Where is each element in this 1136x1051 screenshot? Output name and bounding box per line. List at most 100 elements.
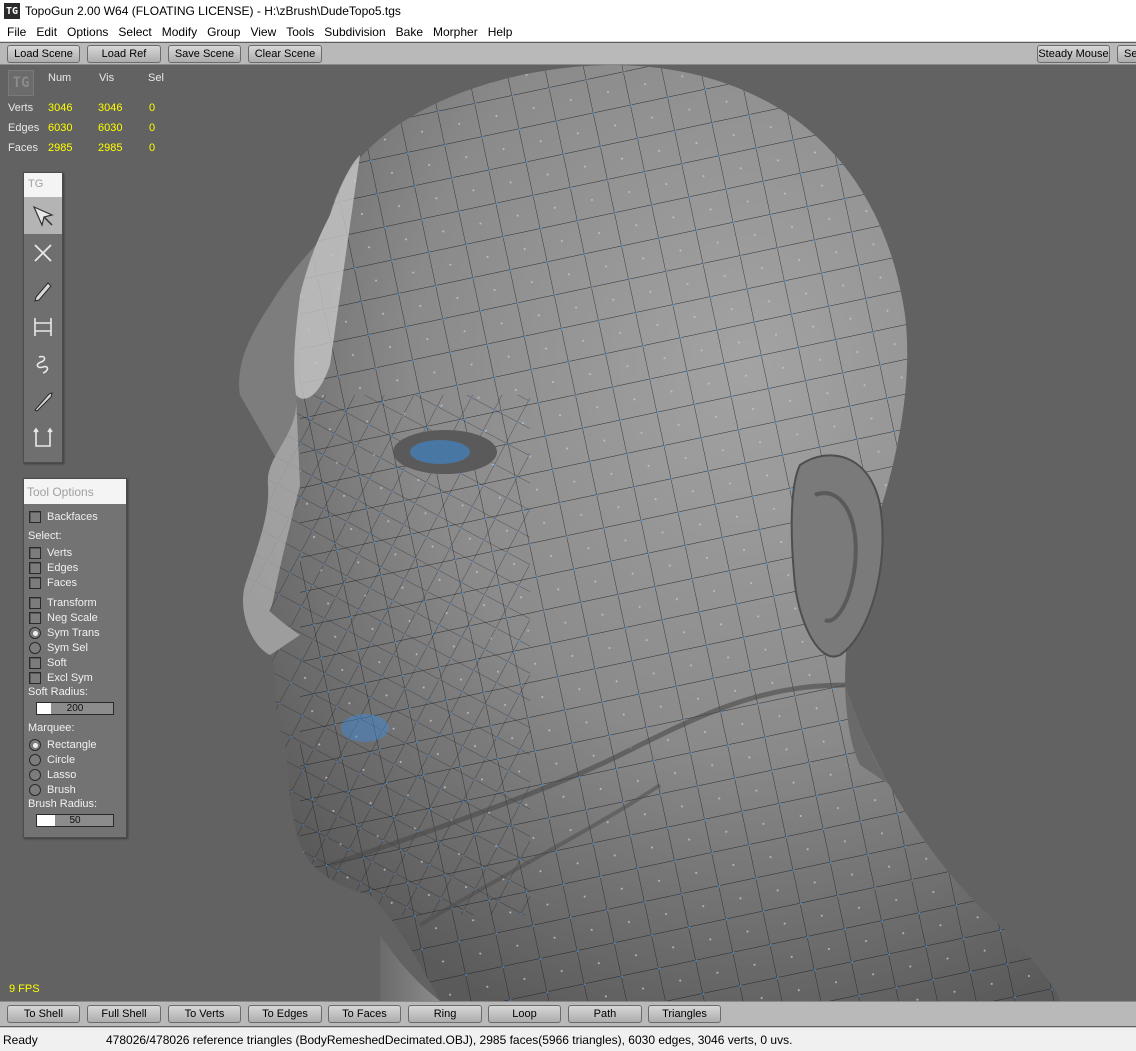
menu-bar: File Edit Options Select Modify Group Vi… — [0, 22, 1136, 42]
checkbox-box[interactable] — [29, 672, 41, 684]
radio-button[interactable] — [29, 754, 41, 766]
viewport-3d[interactable] — [0, 65, 1136, 1001]
load-scene-button[interactable]: Load Scene — [7, 45, 80, 63]
menu-edit[interactable]: Edit — [31, 22, 62, 42]
clear-scene-button[interactable]: Clear Scene — [248, 45, 322, 63]
steady-mouse-button[interactable]: Steady Mouse — [1037, 45, 1110, 63]
checkbox-box[interactable] — [29, 547, 41, 559]
menu-select[interactable]: Select — [113, 22, 156, 42]
ring-button[interactable]: Ring — [408, 1005, 482, 1023]
stats-edges-num: 6030 — [48, 122, 73, 134]
checkbox-box[interactable] — [29, 597, 41, 609]
marquee-brush-radio[interactable]: Brush — [29, 783, 76, 797]
load-ref-button[interactable]: Load Ref — [87, 45, 161, 63]
marquee-circle-radio[interactable]: Circle — [29, 753, 75, 767]
soft-radius-label: Soft Radius: — [28, 686, 88, 698]
menu-modify[interactable]: Modify — [157, 22, 202, 42]
radio-button[interactable] — [29, 739, 41, 751]
select-tool-icon[interactable] — [24, 197, 62, 234]
menu-options[interactable]: Options — [62, 22, 113, 42]
radio-selected-dot — [32, 742, 38, 748]
brush-radius-field[interactable]: 50 — [36, 814, 114, 827]
radio-button[interactable] — [29, 769, 41, 781]
full-shell-button[interactable]: Full Shell — [87, 1005, 161, 1023]
radio-button[interactable] — [29, 784, 41, 796]
menu-bake[interactable]: Bake — [391, 22, 428, 42]
transform-checkbox[interactable]: Transform — [29, 596, 97, 610]
loop-button[interactable]: Loop — [488, 1005, 561, 1023]
excl-sym-checkbox[interactable]: Excl Sym — [29, 671, 93, 685]
knife-tool-icon[interactable] — [24, 382, 62, 419]
menu-group[interactable]: Group — [202, 22, 245, 42]
radio-button[interactable] — [29, 627, 41, 639]
stats-faces-label: Faces — [8, 142, 38, 154]
stats-verts-num: 3046 — [48, 102, 73, 114]
stats-edges-label: Edges — [8, 122, 40, 134]
sym-trans-radio[interactable]: Sym Trans — [29, 626, 100, 640]
to-shell-button[interactable]: To Shell — [7, 1005, 80, 1023]
checkbox-box[interactable] — [29, 657, 41, 669]
checkbox-box[interactable] — [29, 612, 41, 624]
backfaces-checkbox[interactable]: Backfaces — [29, 510, 98, 524]
marquee-lasso-radio[interactable]: Lasso — [29, 768, 76, 782]
stats-header-num: Num — [48, 72, 72, 84]
marquee-label: Marquee: — [28, 722, 75, 734]
select-verts-checkbox[interactable]: Verts — [29, 546, 72, 560]
tool-palette-title[interactable]: TG — [24, 173, 62, 197]
top-toolbar: Load Scene Load Ref Save Scene Clear Sce… — [0, 43, 1136, 65]
tool-options-panel: Tool Options Backfaces Select: Verts Edg… — [23, 478, 127, 838]
retopo-mesh-overlay — [242, 65, 1061, 1001]
tool-options-title[interactable]: Tool Options — [24, 479, 126, 504]
neg-scale-checkbox[interactable]: Neg Scale — [29, 611, 98, 625]
soft-radius-field[interactable]: 200 — [36, 702, 114, 715]
bridge-tool-icon[interactable] — [24, 308, 62, 345]
brush-radius-label: Brush Radius: — [28, 798, 98, 810]
menu-tools[interactable]: Tools — [281, 22, 319, 42]
tool-palette: TG — [23, 172, 63, 463]
menu-view[interactable]: View — [245, 22, 281, 42]
to-faces-button[interactable]: To Faces — [328, 1005, 401, 1023]
menu-morpher[interactable]: Morpher — [428, 22, 483, 42]
eye-mesh-dense — [410, 440, 470, 464]
extrude-tool-icon[interactable] — [24, 419, 62, 456]
sym-sel-radio[interactable]: Sym Sel — [29, 641, 88, 655]
stats-edges-vis: 6030 — [98, 122, 123, 134]
stats-verts-label: Verts — [8, 102, 34, 114]
stats-faces-vis: 2985 — [98, 142, 123, 154]
brush-tool-icon[interactable] — [24, 345, 62, 382]
path-button[interactable]: Path — [568, 1005, 642, 1023]
stats-edges-sel: 0 — [149, 122, 156, 134]
to-verts-button[interactable]: To Verts — [168, 1005, 241, 1023]
select-edges-checkbox[interactable]: Edges — [29, 561, 78, 575]
menu-help[interactable]: Help — [483, 22, 518, 42]
brush-radius-fill — [37, 815, 55, 826]
head-mesh-render — [239, 65, 1061, 1001]
status-state: Ready — [3, 1032, 38, 1047]
soft-checkbox[interactable]: Soft — [29, 656, 67, 670]
bottom-toolbar: To Shell Full Shell To Verts To Edges To… — [0, 1001, 1136, 1026]
select-faces-checkbox[interactable]: Faces — [29, 576, 77, 590]
save-scene-button[interactable]: Save Scene — [168, 45, 241, 63]
checkbox-box[interactable] — [29, 562, 41, 574]
radio-button[interactable] — [29, 642, 41, 654]
soft-radius-fill — [37, 703, 51, 714]
checkbox-box[interactable] — [29, 511, 41, 523]
mouth-mesh-dense — [341, 714, 389, 742]
stats-header-vis: Vis — [99, 72, 115, 84]
delete-tool-icon[interactable] — [24, 234, 62, 271]
settings-button[interactable]: Se — [1117, 45, 1136, 63]
scene-stats: TG Num Vis Sel Verts 3046 3046 0 Edges 6… — [0, 65, 180, 165]
marquee-rectangle-radio[interactable]: Rectangle — [29, 738, 97, 752]
menu-file[interactable]: File — [2, 22, 31, 42]
triangles-button[interactable]: Triangles — [648, 1005, 721, 1023]
to-edges-button[interactable]: To Edges — [248, 1005, 322, 1023]
select-label: Select: — [28, 530, 62, 542]
menu-subdivision[interactable]: Subdivision — [319, 22, 390, 42]
radio-selected-dot — [32, 630, 38, 636]
draw-tool-icon[interactable] — [24, 271, 62, 308]
window-title: TopoGun 2.00 W64 (FLOATING LICENSE) - H:… — [25, 4, 401, 18]
checkbox-box[interactable] — [29, 577, 41, 589]
status-bar: Ready 478026/478026 reference triangles … — [0, 1027, 1136, 1051]
status-message: 478026/478026 reference triangles (BodyR… — [106, 1032, 793, 1047]
title-bar: TG TopoGun 2.00 W64 (FLOATING LICENSE) -… — [0, 0, 1136, 22]
